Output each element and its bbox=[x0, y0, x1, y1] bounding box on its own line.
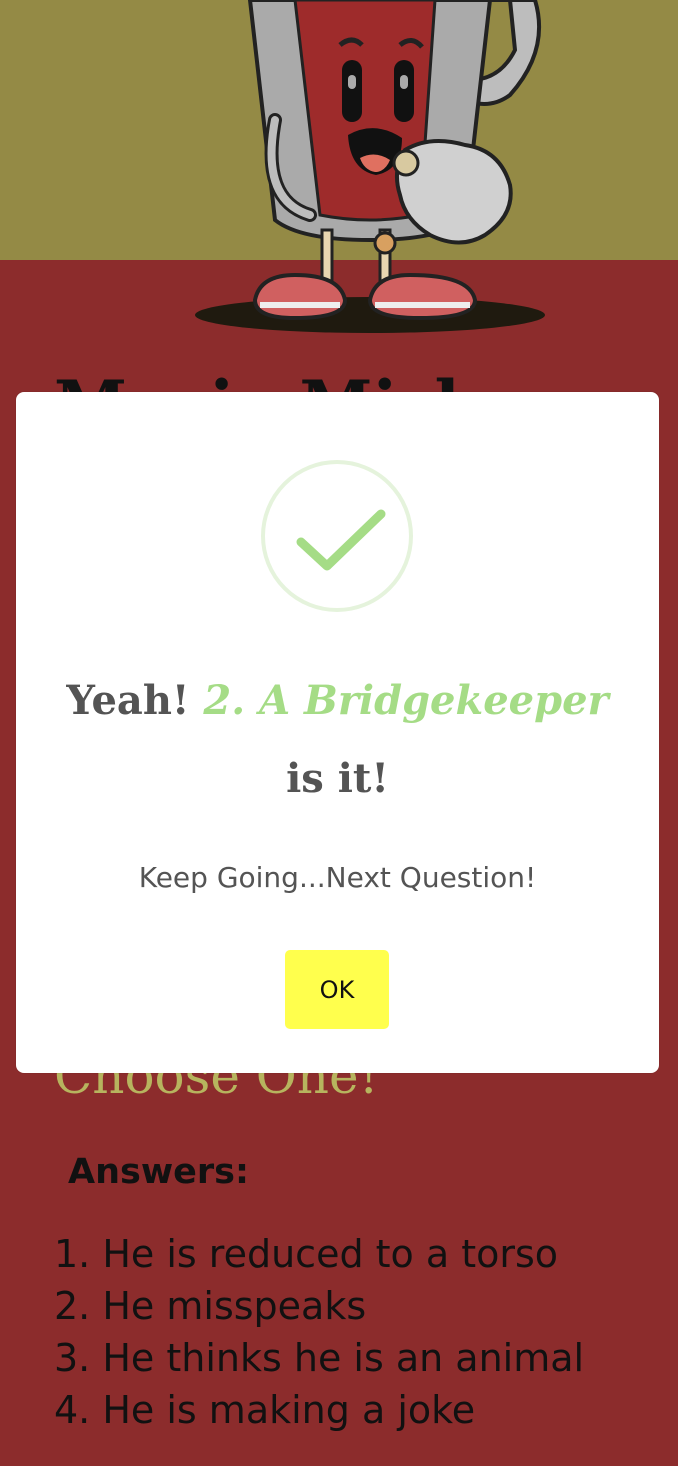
correct-answer-text: 2. A Bridgekeeper bbox=[203, 677, 609, 724]
result-modal: Yeah! 2. A Bridgekeeper is it! Keep Goin… bbox=[16, 392, 659, 1073]
modal-title-suffix: is it! bbox=[286, 755, 389, 802]
ok-button[interactable]: OK bbox=[285, 950, 389, 1029]
modal-message: Keep Going...Next Question! bbox=[138, 861, 537, 894]
modal-title: Yeah! 2. A Bridgekeeper is it! bbox=[56, 662, 619, 818]
check-mark-icon bbox=[296, 509, 386, 571]
success-check-icon bbox=[261, 460, 413, 612]
modal-title-prefix: Yeah! bbox=[66, 677, 204, 724]
